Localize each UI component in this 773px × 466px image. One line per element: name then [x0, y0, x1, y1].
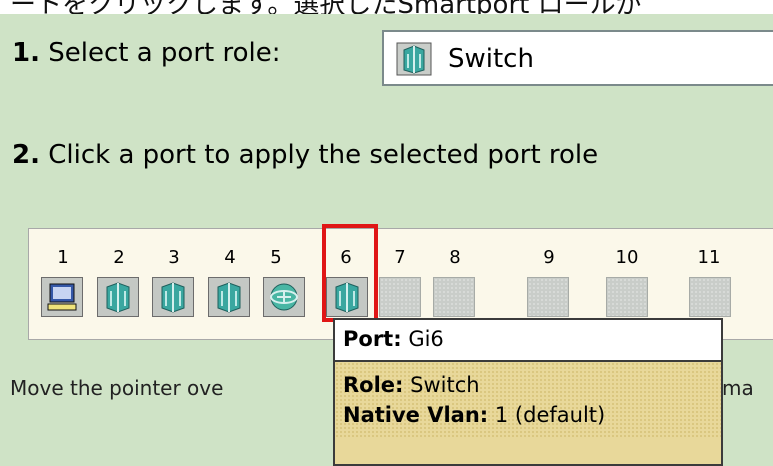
port-number: 11	[697, 247, 721, 268]
step2-number: 2.	[12, 140, 40, 170]
top-partial-text: ートをクリックします。選択したSmartport ロールが	[0, 0, 773, 14]
port-5[interactable]	[263, 277, 305, 317]
switch-icon	[161, 282, 185, 313]
tooltip-role-label: Role:	[343, 373, 404, 397]
step1-text: Select a port role:	[48, 38, 281, 68]
tooltip-header: Port: Gi6	[335, 320, 721, 362]
tooltip-vlan-value: 1 (default)	[494, 403, 606, 427]
port-number: 10	[615, 247, 639, 268]
tooltip-role-row: Role: Switch	[343, 370, 713, 400]
tooltip-port-value: Gi6	[408, 327, 444, 351]
router-icon	[270, 283, 298, 311]
switch-icon	[106, 282, 130, 313]
port-number: 1	[57, 247, 69, 268]
port-1[interactable]	[41, 277, 83, 317]
port-2[interactable]	[97, 277, 139, 317]
desktop-icon	[47, 283, 77, 311]
port-number: 3	[168, 247, 180, 268]
port-number: 9	[543, 247, 555, 268]
port-role-select-value: Switch	[448, 44, 534, 74]
port-number: 7	[394, 247, 406, 268]
tooltip-vlan-label: Native Vlan:	[343, 403, 489, 427]
port-8[interactable]	[433, 277, 475, 317]
port-tooltip: Port: Gi6 Role: Switch Native Vlan: 1 (d…	[333, 318, 723, 466]
port-3[interactable]	[152, 277, 194, 317]
tooltip-body: Role: Switch Native Vlan: 1 (default)	[335, 362, 721, 438]
hint-text-tail: ma	[722, 376, 754, 400]
port-number: 2	[113, 247, 125, 268]
tooltip-vlan-row: Native Vlan: 1 (default)	[343, 400, 713, 430]
port-7[interactable]	[379, 277, 421, 317]
switch-icon	[217, 282, 241, 313]
port-9[interactable]	[527, 277, 569, 317]
step1-instruction: 1. Select a port role:	[12, 38, 280, 68]
top-partial-text-label: ートをクリックします。選択したSmartport ロールが	[10, 0, 642, 14]
selected-port-highlight	[322, 224, 378, 322]
port-number: 4	[224, 247, 236, 268]
step2-instruction: 2. Click a port to apply the selected po…	[12, 140, 598, 170]
tooltip-role-value: Switch	[410, 373, 480, 397]
tooltip-port-label: Port:	[343, 327, 402, 351]
port-11[interactable]	[689, 277, 731, 317]
port-role-select[interactable]: Switch	[382, 30, 773, 86]
port-number: 5	[270, 247, 282, 268]
port-10[interactable]	[606, 277, 648, 317]
step1-number: 1.	[12, 38, 40, 68]
step2-text: Click a port to apply the selected port …	[48, 140, 599, 170]
switch-icon	[396, 42, 432, 80]
port-number: 8	[449, 247, 461, 268]
hint-text: Move the pointer ove	[10, 376, 224, 400]
port-4[interactable]	[208, 277, 250, 317]
